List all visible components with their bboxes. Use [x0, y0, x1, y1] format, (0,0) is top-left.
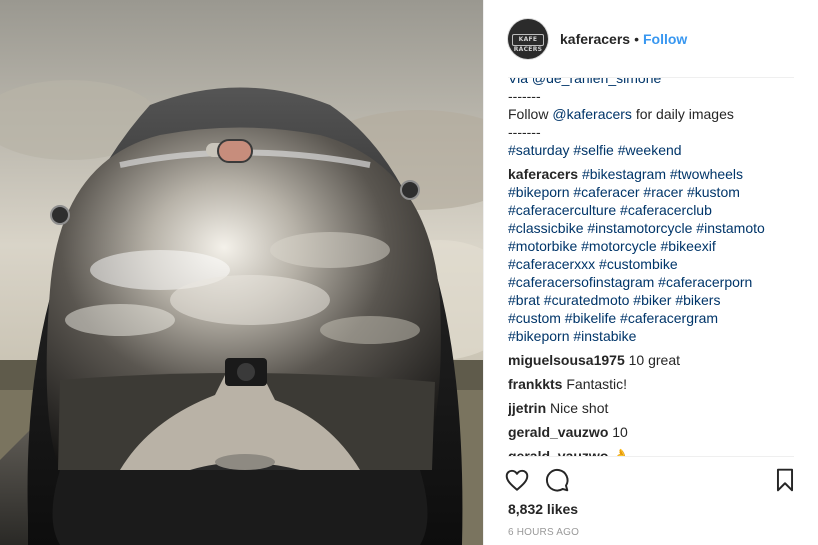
hashtag-line[interactable]: #brat #curatedmoto #biker #bikers: [508, 291, 798, 309]
action-bar: [504, 463, 798, 497]
comment-username[interactable]: frankkts: [508, 376, 562, 392]
hashtag-line[interactable]: #caferacersofinstagram #caferacerporn: [508, 273, 798, 291]
hashtag-line[interactable]: #caferacerculture #caferacerclub: [508, 201, 798, 219]
header-separator: •: [634, 31, 639, 47]
caption-follow-suffix: for daily images: [631, 106, 734, 122]
post-timestamp[interactable]: 6 HOURS AGO: [508, 527, 579, 538]
hashtag-line[interactable]: #bikeporn #caferacer #racer #kustom: [508, 183, 798, 201]
comment: gerald_vauzwo 👌: [508, 447, 798, 456]
comment-text: 👌: [612, 448, 630, 456]
post-sidebar: KAFE RACERS kaferacers • Follow Via @de_…: [483, 0, 818, 545]
heart-icon[interactable]: [504, 467, 530, 493]
comment: jjetrin Nice shot: [508, 399, 798, 417]
comment-username[interactable]: kaferacers: [508, 166, 578, 182]
comment-username[interactable]: gerald_vauzwo: [508, 424, 608, 440]
comment-username[interactable]: miguelsousa1975: [508, 352, 625, 368]
comment-text: Nice shot: [550, 400, 609, 416]
post-photo[interactable]: [0, 0, 483, 545]
comment-username[interactable]: jjetrin: [508, 400, 546, 416]
caption-hashtags[interactable]: #saturday #selfie #weekend: [508, 141, 798, 159]
comment-bubble-icon[interactable]: [544, 467, 570, 493]
hashtag-line[interactable]: #custom #bikelife #caferacergram: [508, 309, 798, 327]
mention-link[interactable]: @kaferacers: [552, 106, 632, 122]
caption-rule: -------: [508, 124, 541, 140]
avatar[interactable]: KAFE RACERS: [508, 19, 548, 59]
comment: miguelsousa1975 10 great: [508, 351, 798, 369]
likes-count[interactable]: 8,832 likes: [508, 501, 578, 517]
caption-via[interactable]: Via @de_ranieri_simone: [508, 78, 798, 87]
instagram-post: KAFE RACERS kaferacers • Follow Via @de_…: [0, 0, 818, 545]
follow-button[interactable]: Follow: [643, 31, 687, 47]
caption-follow-line: Follow @kaferacers for daily images: [508, 105, 798, 123]
hashtag-line[interactable]: #classicbike #instamotorcycle #instamoto: [508, 219, 798, 237]
comment-text: Fantastic!: [566, 376, 628, 392]
helmet-selfie-image: [0, 0, 483, 545]
comment: frankkts Fantastic!: [508, 375, 798, 393]
comments-scroll-area[interactable]: Via @de_ranieri_simone ------- Follow @k…: [508, 78, 798, 456]
actions-divider: [508, 456, 794, 457]
header-username[interactable]: kaferacers: [560, 31, 630, 47]
hashtag-line[interactable]: #bikestagram #twowheels: [582, 166, 743, 182]
owner-comment: kaferacers #bikestagram #twowheels #bike…: [508, 165, 798, 345]
hashtag-line[interactable]: #bikeporn #instabike: [508, 327, 798, 345]
bookmark-icon[interactable]: [772, 467, 798, 493]
caption-follow-prefix: Follow: [508, 106, 553, 122]
caption-rule: -------: [508, 88, 541, 104]
hashtag-line[interactable]: #motorbike #motorcycle #bikeexif: [508, 237, 798, 255]
post-header: KAFE RACERS kaferacers • Follow: [484, 0, 818, 78]
comment-text: 10: [612, 424, 628, 440]
comment-username[interactable]: gerald_vauzwo: [508, 448, 608, 456]
hashtag-line[interactable]: #caferacerxxx #custombike: [508, 255, 798, 273]
avatar-logo: KAFE RACERS: [512, 34, 544, 53]
comment: gerald_vauzwo 10: [508, 423, 798, 441]
comment-text: 10 great: [628, 352, 680, 368]
